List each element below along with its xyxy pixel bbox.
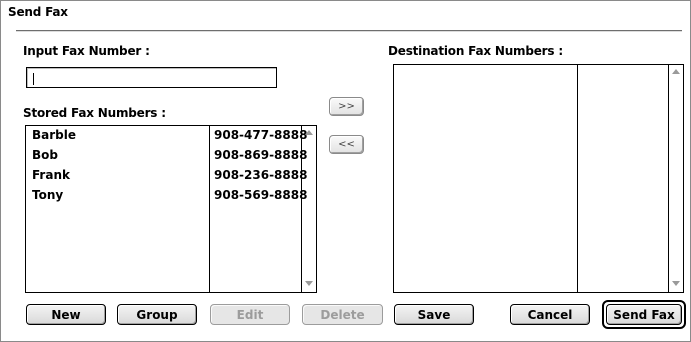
dialog-title: Send Fax [8, 5, 68, 19]
column-divider [577, 65, 578, 292]
stored-fax-numbers-label: Stored Fax Numbers : [23, 106, 166, 120]
scroll-down-arrow-icon[interactable] [672, 281, 680, 286]
column-divider [209, 126, 210, 292]
stored-entry-number[interactable]: 908-236-8888 [214, 168, 307, 182]
stored-entry-number[interactable]: 908-569-8888 [214, 188, 307, 202]
stored-entry-name[interactable]: Bob [32, 148, 58, 162]
stored-entry-name[interactable]: Tony [32, 188, 63, 202]
destination-fax-numbers-list[interactable] [393, 64, 684, 293]
scroll-down-arrow-icon[interactable] [305, 281, 313, 286]
stored-fax-numbers-list[interactable]: Barble 908-477-8888 Bob 908-869-8888 Fra… [25, 125, 317, 293]
delete-button[interactable]: Delete [302, 304, 383, 325]
cancel-button[interactable]: Cancel [510, 304, 590, 325]
title-divider [16, 30, 682, 32]
stored-entry-number[interactable]: 908-477-8888 [214, 128, 307, 142]
stored-entry-name[interactable]: Frank [32, 168, 70, 182]
scroll-up-arrow-icon[interactable] [672, 69, 680, 74]
edit-button[interactable]: Edit [210, 304, 290, 325]
stored-entry-name[interactable]: Barble [32, 128, 76, 142]
input-fax-number-field[interactable] [26, 67, 277, 88]
send-fax-button-label: Send Fax [606, 304, 682, 325]
input-fax-number-label: Input Fax Number : [23, 44, 150, 58]
send-fax-button[interactable]: Send Fax [602, 300, 686, 329]
remove-from-destination-button[interactable]: << [329, 135, 364, 154]
add-to-destination-button[interactable]: >> [329, 97, 364, 116]
stored-entry-number[interactable]: 908-869-8888 [214, 148, 307, 162]
destination-fax-numbers-label: Destination Fax Numbers : [388, 44, 563, 58]
save-button[interactable]: Save [394, 304, 474, 325]
text-cursor [33, 73, 34, 85]
new-button[interactable]: New [26, 304, 106, 325]
group-button[interactable]: Group [117, 304, 197, 325]
destination-list-scrollbar[interactable] [668, 65, 683, 292]
